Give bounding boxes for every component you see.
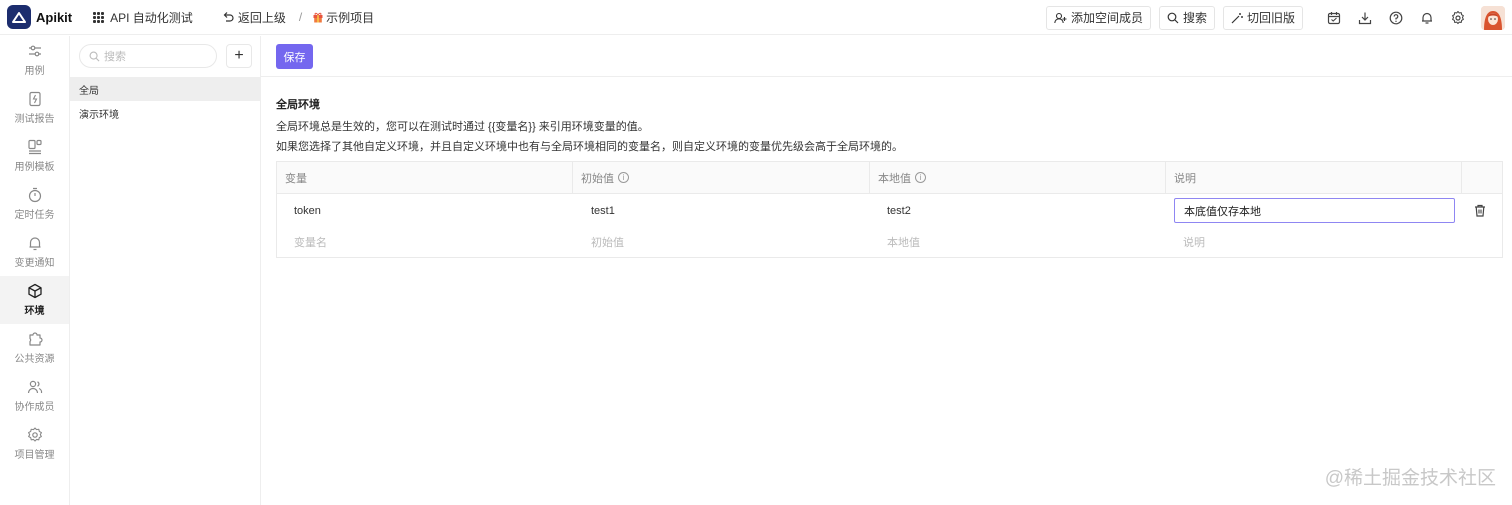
save-button[interactable]: 保存 (276, 44, 313, 69)
info-icon[interactable]: i (618, 172, 629, 183)
section-description-note: 如果您选择了其他自定义环境，并且自定义环境中也有与全局环境相同的变量名，则自定义… (276, 141, 903, 153)
add-member-button[interactable]: 添加空间成员 (1045, 5, 1151, 30)
users-icon (27, 380, 42, 394)
workspace-switcher[interactable]: API 自动化测试 (93, 9, 193, 26)
add-environment-button[interactable]: + (226, 44, 252, 68)
column-header-initial: 初始值 i (573, 162, 870, 193)
template-icon (27, 139, 42, 155)
left-nav: 用例 测试报告 用例模板 定时任务 变更通知 环境 公共资源 协作成员 项目管理 (0, 36, 70, 505)
local-value-cell[interactable]: test2 (870, 195, 911, 226)
nav-item-environment[interactable]: 环境 (0, 276, 69, 324)
nav-item-cases[interactable]: 用例 (0, 36, 69, 84)
nav-label: 用例 (24, 66, 45, 77)
nav-label: 项目管理 (14, 450, 55, 461)
watermark: @稀土掘金技术社区 (1324, 468, 1496, 489)
search-icon (1167, 12, 1179, 23)
new-initial-value-input[interactable]: 初始值 (574, 226, 624, 257)
nav-item-scheduled-tasks[interactable]: 定时任务 (0, 180, 69, 228)
top-bar: Apikit API 自动化测试 返回上级 / 示例项目 添加空间成员 搜索 切… (0, 0, 1512, 35)
nav-label: 协作成员 (14, 402, 55, 413)
search-label: 搜索 (1182, 11, 1207, 25)
variables-table: 变量 初始值 i 本地值 i 说明 token test1 test2 本底值仅… (276, 161, 1503, 258)
main-toolbar: 保存 (261, 36, 1512, 77)
switch-old-version-button[interactable]: 切回旧版 (1222, 5, 1303, 30)
back-label: 返回上级 (237, 10, 286, 25)
user-avatar[interactable] (1481, 5, 1505, 30)
bell-icon (29, 237, 40, 251)
nav-item-change-notice[interactable]: 变更通知 (0, 228, 69, 276)
initial-value-cell[interactable]: test1 (574, 195, 615, 226)
table-row-new: 变量名 初始值 本地值 说明 (277, 226, 1502, 257)
nav-label: 环境 (24, 306, 45, 317)
search-placeholder: 搜索 (104, 51, 126, 63)
column-header-local: 本地值 i (870, 162, 1166, 193)
env-search-input[interactable]: 搜索 (79, 44, 217, 68)
variable-name-cell[interactable]: token (277, 195, 321, 226)
puzzle-icon (28, 332, 43, 346)
note-input[interactable]: 本底值仅存本地 (1174, 198, 1455, 223)
new-note-input[interactable]: 说明 (1166, 226, 1205, 257)
section-title: 全局环境 (276, 99, 320, 111)
back-button[interactable]: 返回上级 (222, 9, 286, 26)
magic-wand-icon (1231, 12, 1243, 23)
table-row: token test1 test2 本底值仅存本地 (277, 195, 1502, 226)
section-description: 全局环境总是生效的，您可以在测试时通过 {{变量名}} 来引用环境变量的值。 (276, 121, 649, 133)
nav-label: 测试报告 (14, 114, 55, 125)
cube-icon (27, 283, 42, 299)
new-variable-name-input[interactable]: 变量名 (277, 226, 327, 257)
env-item-global[interactable]: 全局 (70, 77, 260, 101)
nav-label: 定时任务 (14, 210, 55, 221)
download-icon[interactable] (1357, 10, 1373, 26)
project-breadcrumb[interactable]: 示例项目 (313, 9, 374, 26)
apikit-logo-icon (7, 5, 31, 29)
breadcrumb-separator: / (298, 10, 303, 24)
nav-item-test-report[interactable]: 测试报告 (0, 84, 69, 132)
timer-icon (28, 187, 41, 203)
info-icon[interactable]: i (915, 172, 926, 183)
nav-item-project-management[interactable]: 项目管理 (0, 420, 69, 468)
add-user-icon (1054, 12, 1067, 23)
settings-icon (27, 427, 42, 442)
undo-icon (223, 12, 234, 22)
new-local-value-input[interactable]: 本地值 (870, 226, 920, 257)
top-actions: 添加空间成员 搜索 切回旧版 (1045, 0, 1512, 35)
project-name: 示例项目 (326, 10, 375, 25)
nav-label: 公共资源 (14, 354, 55, 365)
gear-icon[interactable] (1450, 10, 1466, 26)
calendar-icon[interactable] (1326, 10, 1342, 26)
environment-list-panel: 搜索 + 全局 演示环境 (70, 36, 261, 505)
app-logo[interactable]: Apikit (7, 5, 72, 29)
main-content: 保存 全局环境 全局环境总是生效的，您可以在测试时通过 {{变量名}} 来引用环… (261, 36, 1512, 505)
nav-item-public-resources[interactable]: 公共资源 (0, 324, 69, 372)
search-button[interactable]: 搜索 (1158, 5, 1215, 30)
grid-icon (93, 11, 105, 23)
env-item-label: 演示环境 (79, 109, 119, 121)
table-header: 变量 初始值 i 本地值 i 说明 (277, 162, 1502, 194)
help-icon[interactable] (1388, 10, 1404, 26)
column-header-variable: 变量 (277, 162, 573, 193)
app-name: Apikit (36, 9, 73, 25)
sliders-icon (28, 45, 41, 57)
nav-label: 变更通知 (14, 258, 55, 269)
nav-item-case-template[interactable]: 用例模板 (0, 132, 69, 180)
nav-label: 用例模板 (14, 162, 55, 173)
report-icon (28, 91, 41, 107)
nav-item-collaborators[interactable]: 协作成员 (0, 372, 69, 420)
search-icon (89, 51, 100, 61)
bell-icon[interactable] (1419, 10, 1435, 26)
workspace-name: API 自动化测试 (110, 10, 193, 25)
trash-icon[interactable] (1474, 204, 1486, 220)
switch-old-label: 切回旧版 (1246, 11, 1295, 25)
gift-icon (313, 12, 323, 23)
env-item-demo[interactable]: 演示环境 (70, 101, 260, 125)
column-header-note: 说明 (1166, 162, 1462, 193)
env-item-label: 全局 (79, 85, 99, 97)
add-member-label: 添加空间成员 (1070, 11, 1143, 25)
